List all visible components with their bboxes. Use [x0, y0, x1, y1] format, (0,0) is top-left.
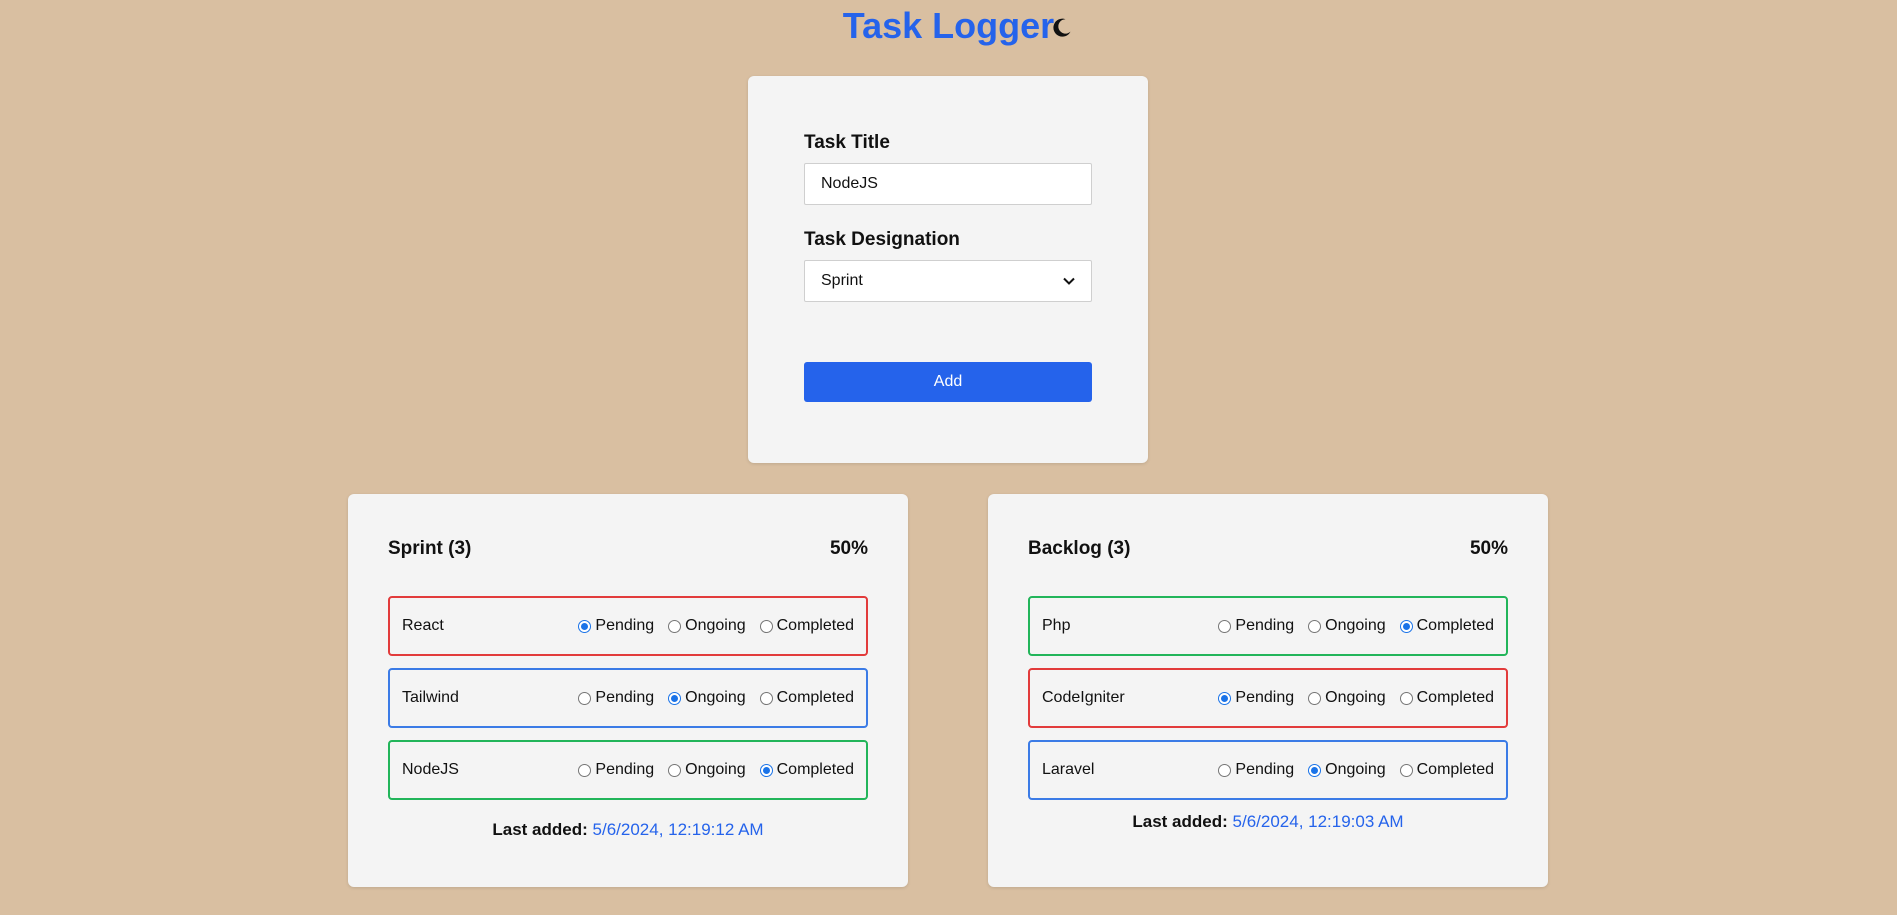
- radio-pending[interactable]: [578, 619, 592, 633]
- task-title-label: Task Title: [804, 132, 890, 153]
- board-title: Sprint (3): [388, 538, 472, 559]
- radio-pending[interactable]: [1218, 691, 1232, 705]
- status-option-label: Pending: [1235, 689, 1295, 706]
- status-option-label: Completed: [776, 689, 854, 706]
- task-name: CodeIgniter: [1042, 689, 1125, 706]
- task-title-value: NodeJS: [821, 175, 878, 192]
- radio-completed[interactable]: [1399, 691, 1413, 705]
- status-option-pending[interactable]: Pending: [578, 761, 654, 779]
- status-option-completed[interactable]: Completed: [759, 617, 854, 635]
- status-option-label: Pending: [595, 689, 655, 706]
- task-row: CodeIgniter Pending Ongoing Completed: [1028, 668, 1508, 728]
- status-option-completed[interactable]: Completed: [759, 761, 854, 779]
- status-option-ongoing[interactable]: Ongoing: [668, 761, 746, 779]
- status-option-label: Completed: [1416, 617, 1494, 634]
- board-header: Sprint (3) 50%: [388, 536, 868, 562]
- chevron-down-icon: [1063, 277, 1075, 285]
- board-sprint: Sprint (3) 50% React Pending Ongoing Comple…: [348, 494, 908, 887]
- last-added: Last added: 5/6/2024, 12:19:03 AM: [1028, 812, 1508, 832]
- app-title: Task Logger: [842, 5, 1055, 46]
- status-option-completed[interactable]: Completed: [1399, 617, 1494, 635]
- radio-completed[interactable]: [759, 763, 773, 777]
- status-option-ongoing[interactable]: Ongoing: [1308, 617, 1386, 635]
- task-form: Task Title NodeJS Task Designation Sprin…: [748, 76, 1148, 463]
- task-name: React: [402, 617, 444, 634]
- radio-ongoing[interactable]: [1308, 763, 1322, 777]
- status-option-label: Pending: [595, 761, 655, 778]
- board-header: Backlog (3) 50%: [1028, 536, 1508, 562]
- status-option-ongoing[interactable]: Ongoing: [1308, 761, 1386, 779]
- radio-ongoing[interactable]: [668, 619, 682, 633]
- status-option-label: Pending: [1235, 761, 1295, 778]
- task-row: Php Pending Ongoing Completed: [1028, 596, 1508, 656]
- radio-completed[interactable]: [759, 619, 773, 633]
- radio-completed[interactable]: [1399, 763, 1413, 777]
- moon-icon[interactable]: [1049, 14, 1075, 40]
- radio-ongoing[interactable]: [668, 691, 682, 705]
- board-title: Backlog (3): [1028, 538, 1131, 559]
- status-option-ongoing[interactable]: Ongoing: [668, 617, 746, 635]
- radio-completed[interactable]: [1399, 619, 1413, 633]
- status-option-pending[interactable]: Pending: [578, 689, 654, 707]
- task-row: Tailwind Pending Ongoing Completed: [388, 668, 868, 728]
- last-added-label: Last added:: [1132, 812, 1228, 831]
- task-name: NodeJS: [402, 761, 459, 778]
- last-added-value: 5/6/2024, 12:19:12 AM: [592, 820, 764, 839]
- status-option-pending[interactable]: Pending: [1218, 617, 1294, 635]
- last-added-label: Last added:: [492, 820, 588, 839]
- task-row: React Pending Ongoing Completed: [388, 596, 868, 656]
- task-name: Tailwind: [402, 689, 459, 706]
- board-percent: 50%: [1469, 538, 1508, 559]
- task-list: React Pending Ongoing Completed Tailwind Pend…: [388, 596, 868, 800]
- board-backlog: Backlog (3) 50% Php Pending Ongoing Complet…: [988, 494, 1548, 887]
- status-option-pending[interactable]: Pending: [1218, 761, 1294, 779]
- radio-ongoing[interactable]: [668, 763, 682, 777]
- status-option-label: Pending: [1235, 617, 1295, 634]
- task-list: Php Pending Ongoing Completed CodeIgniter Pen…: [1028, 596, 1508, 800]
- last-added: Last added: 5/6/2024, 12:19:12 AM: [388, 820, 868, 840]
- task-designation-select[interactable]: Sprint: [804, 260, 1092, 302]
- status-option-ongoing[interactable]: Ongoing: [1308, 689, 1386, 707]
- board-percent: 50%: [829, 538, 868, 559]
- task-name: Php: [1042, 617, 1071, 634]
- status-option-label: Completed: [1416, 689, 1494, 706]
- status-option-label: Ongoing: [1325, 617, 1386, 634]
- status-option-label: Completed: [776, 761, 854, 778]
- status-option-label: Ongoing: [1325, 761, 1386, 778]
- status-option-pending[interactable]: Pending: [578, 617, 654, 635]
- radio-pending[interactable]: [578, 763, 592, 777]
- status-option-completed[interactable]: Completed: [1399, 689, 1494, 707]
- status-option-label: Pending: [595, 617, 655, 634]
- radio-ongoing[interactable]: [1308, 619, 1322, 633]
- task-row: Laravel Pending Ongoing Completed: [1028, 740, 1508, 800]
- task-designation-label: Task Designation: [804, 229, 960, 250]
- status-option-pending[interactable]: Pending: [1218, 689, 1294, 707]
- task-title-input[interactable]: NodeJS: [804, 163, 1092, 205]
- status-option-label: Completed: [776, 617, 854, 634]
- status-option-label: Ongoing: [1325, 689, 1386, 706]
- radio-completed[interactable]: [759, 691, 773, 705]
- status-option-ongoing[interactable]: Ongoing: [668, 689, 746, 707]
- status-option-label: Ongoing: [685, 617, 746, 634]
- status-option-completed[interactable]: Completed: [1399, 761, 1494, 779]
- status-option-label: Ongoing: [685, 761, 746, 778]
- task-name: Laravel: [1042, 761, 1095, 778]
- app-header: Task Logger: [0, 0, 1897, 56]
- status-option-completed[interactable]: Completed: [759, 689, 854, 707]
- add-button[interactable]: Add: [804, 362, 1092, 402]
- radio-pending[interactable]: [1218, 763, 1232, 777]
- status-option-label: Ongoing: [685, 689, 746, 706]
- task-designation-value: Sprint: [821, 272, 863, 289]
- task-row: NodeJS Pending Ongoing Completed: [388, 740, 868, 800]
- radio-ongoing[interactable]: [1308, 691, 1322, 705]
- radio-pending[interactable]: [1218, 619, 1232, 633]
- last-added-value: 5/6/2024, 12:19:03 AM: [1232, 812, 1404, 831]
- status-option-label: Completed: [1416, 761, 1494, 778]
- radio-pending[interactable]: [578, 691, 592, 705]
